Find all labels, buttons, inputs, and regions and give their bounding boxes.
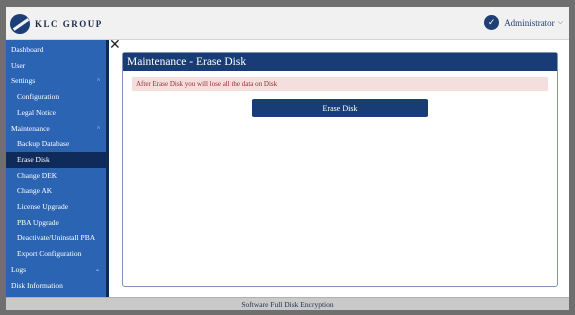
sidebar-item-pba-upgrade[interactable]: PBA Upgrade (6, 215, 106, 231)
sidebar-item-dashboard[interactable]: Dashboard (6, 42, 106, 58)
app-frame: KLC GROUP ✓ Administrator ⌵ Dashboard Use… (6, 7, 569, 310)
sidebar-item-erase-disk[interactable]: Erase Disk (6, 151, 106, 168)
sidebar-item-maintenance[interactable]: Maintenance ^ (6, 121, 106, 137)
sidebar-item-change-ak[interactable]: Change AK (6, 183, 106, 199)
sidebar-item-disk-information[interactable]: Disk Information (6, 278, 106, 294)
sidebar-item-label: Maintenance (11, 123, 50, 133)
sidebar-item-label: License Upgrade (17, 202, 69, 211)
sidebar-item-license-upgrade[interactable]: License Upgrade (6, 199, 106, 215)
erase-disk-button[interactable]: Erase Disk (252, 99, 428, 117)
warning-message: After Erase Disk you will lose all the d… (132, 77, 548, 91)
sidebar-item-label: Legal Notice (17, 107, 56, 117)
sidebar-item-label: Disk Information (11, 280, 63, 290)
sidebar-item-label: Erase Disk (17, 154, 50, 164)
sidebar-item-user[interactable]: User (6, 58, 106, 74)
close-icon[interactable]: ✕ (109, 38, 121, 52)
chevron-down-icon: ⌵ (557, 18, 563, 26)
user-label: Administrator (504, 17, 555, 28)
sidebar-nav: Dashboard User Settings ^ Configuration Legal… (6, 40, 109, 297)
klc-logo-icon (10, 14, 30, 34)
sidebar-item-backup-database[interactable]: Backup Database (6, 136, 106, 152)
sidebar-item-logs[interactable]: Logs ⌄ (6, 262, 106, 278)
sidebar-item-change-dek[interactable]: Change DEK (6, 168, 106, 184)
sidebar-item-label: Export Configuration (17, 249, 82, 259)
sidebar-item-label: Change DEK (17, 170, 58, 180)
brand-name: KLC GROUP (35, 19, 103, 29)
sidebar-item-settings[interactable]: Settings ^ (6, 73, 106, 89)
erase-disk-panel: Maintenance - Erase Disk After Erase Dis… (122, 52, 558, 287)
sidebar-item-label: Settings (11, 76, 36, 86)
chevron-icon: ^ (97, 125, 100, 132)
chevron-icon: ⌄ (94, 266, 100, 273)
sidebar-item-legal-notice[interactable]: Legal Notice (6, 105, 106, 121)
shield-check-icon: ✓ (484, 15, 500, 30)
sidebar-item-label: Deactivate/Uninstall PBA (17, 233, 96, 243)
sidebar-item-label: Configuration (17, 92, 60, 102)
sidebar-item-deactivate-uninstall-pba[interactable]: Deactivate/Uninstall PBA (6, 230, 106, 246)
sidebar-item-configuration[interactable]: Configuration (6, 89, 106, 105)
sidebar-item-label: Backup Database (17, 139, 70, 149)
top-bar: KLC GROUP ✓ Administrator ⌵ (6, 7, 569, 40)
sidebar-item-label: Change AK (17, 186, 53, 196)
user-menu[interactable]: ✓ Administrator ⌵ (484, 15, 563, 30)
sidebar-item-label: User (11, 60, 26, 70)
brand-logo[interactable]: KLC GROUP (10, 14, 103, 34)
page-title: Maintenance - Erase Disk (123, 53, 557, 71)
sidebar-item-label: PBA Upgrade (17, 217, 59, 227)
chevron-icon: ^ (97, 78, 100, 85)
sidebar-item-label: Dashboard (11, 45, 44, 54)
footer: Software Full Disk Encryption (6, 297, 569, 310)
sidebar-item-label: Logs (11, 264, 26, 274)
sidebar-item-export-configuration[interactable]: Export Configuration (6, 246, 106, 262)
